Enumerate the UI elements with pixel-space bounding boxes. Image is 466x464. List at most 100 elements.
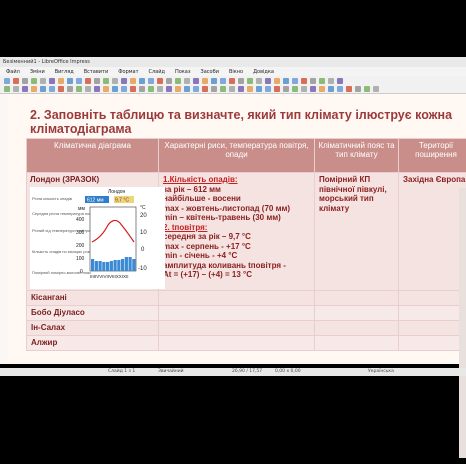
cell-in-salah[interactable]: Ін-Салах <box>26 320 159 336</box>
toolbar-button-icon[interactable] <box>31 86 37 92</box>
toolbar-button-icon[interactable] <box>220 78 226 84</box>
toolbar-button-icon[interactable] <box>337 86 343 92</box>
toolbar-button-icon[interactable] <box>130 78 136 84</box>
toolbar-button-icon[interactable] <box>292 86 298 92</box>
menu-tools[interactable]: Засоби <box>201 69 219 76</box>
cell-algiers[interactable]: Алжир <box>26 335 159 351</box>
slide-title[interactable]: 2. Заповніть таблицю та визначте, який т… <box>30 108 460 136</box>
menu-view[interactable]: Вигляд <box>55 69 74 76</box>
toolbar-button-icon[interactable] <box>283 86 289 92</box>
cell-empty[interactable] <box>158 320 315 336</box>
toolbar-button-icon[interactable] <box>301 86 307 92</box>
toolbar-button-icon[interactable] <box>175 78 181 84</box>
toolbar-button-icon[interactable] <box>256 78 262 84</box>
toolbar-button-icon[interactable] <box>256 86 262 92</box>
climate-table[interactable]: Кліматична діаграма Характерні риси, тем… <box>26 138 466 351</box>
toolbar-button-icon[interactable] <box>22 86 28 92</box>
toolbar-button-icon[interactable] <box>13 78 19 84</box>
toolbar-button-icon[interactable] <box>310 78 316 84</box>
toolbar-button-icon[interactable] <box>139 78 145 84</box>
toolbar-button-icon[interactable] <box>85 86 91 92</box>
toolbar-button-icon[interactable] <box>310 86 316 92</box>
toolbar-button-icon[interactable] <box>13 86 19 92</box>
toolbar-button-icon[interactable] <box>193 86 199 92</box>
menu-show[interactable]: Показ <box>175 69 191 76</box>
toolbar-button-icon[interactable] <box>328 86 334 92</box>
toolbar-button-icon[interactable] <box>157 78 163 84</box>
toolbar-button-icon[interactable] <box>337 78 343 84</box>
cell-empty[interactable] <box>398 320 466 336</box>
toolbar-button-icon[interactable] <box>103 86 109 92</box>
toolbar-button-icon[interactable] <box>157 86 163 92</box>
toolbar-button-icon[interactable] <box>202 86 208 92</box>
menu-help[interactable]: Довідка <box>253 69 274 76</box>
menu-window[interactable]: Вікно <box>229 69 243 76</box>
menu-slide[interactable]: Слайд <box>149 69 165 76</box>
toolbar-button-icon[interactable] <box>31 78 37 84</box>
toolbar-button-icon[interactable] <box>202 78 208 84</box>
toolbar-button-icon[interactable] <box>40 78 46 84</box>
toolbar-button-icon[interactable] <box>148 78 154 84</box>
toolbar-button-icon[interactable] <box>175 86 181 92</box>
toolbar-button-icon[interactable] <box>184 78 190 84</box>
toolbar-button-icon[interactable] <box>166 86 172 92</box>
toolbar-button-icon[interactable] <box>94 86 100 92</box>
toolbar-button-icon[interactable] <box>373 86 379 92</box>
toolbar-button-icon[interactable] <box>76 86 82 92</box>
toolbar-button-icon[interactable] <box>139 86 145 92</box>
toolbar-button-icon[interactable] <box>166 78 172 84</box>
menu-format[interactable]: Формат <box>118 69 138 76</box>
toolbar-button-icon[interactable] <box>103 78 109 84</box>
toolbar-button-icon[interactable] <box>247 78 253 84</box>
toolbar-button-icon[interactable] <box>67 86 73 92</box>
toolbar-button-icon[interactable] <box>274 86 280 92</box>
toolbar-button-icon[interactable] <box>49 86 55 92</box>
cell-empty[interactable] <box>398 335 466 351</box>
toolbar-button-icon[interactable] <box>121 86 127 92</box>
toolbar-button-icon[interactable] <box>121 78 127 84</box>
toolbar-button-icon[interactable] <box>220 86 226 92</box>
toolbar-button-icon[interactable] <box>292 78 298 84</box>
toolbar-button-icon[interactable] <box>274 78 280 84</box>
toolbar-button-icon[interactable] <box>238 78 244 84</box>
cell-empty[interactable] <box>314 305 399 321</box>
toolbar-button-icon[interactable] <box>40 86 46 92</box>
toolbar-button-icon[interactable] <box>319 78 325 84</box>
status-language[interactable]: Українська <box>368 369 394 374</box>
cell-empty[interactable] <box>398 305 466 321</box>
toolbar-button-icon[interactable] <box>229 86 235 92</box>
toolbar-button-icon[interactable] <box>94 78 100 84</box>
cell-example-features[interactable]: 1.Кількість опадів: за рік – 612 мм найб… <box>158 172 315 291</box>
toolbar-button-icon[interactable] <box>76 78 82 84</box>
toolbar-button-icon[interactable] <box>49 78 55 84</box>
toolbar-button-icon[interactable] <box>148 86 154 92</box>
menu-edit[interactable]: Зміни <box>30 69 45 76</box>
toolbar-button-icon[interactable] <box>229 78 235 84</box>
toolbar-button-icon[interactable] <box>112 86 118 92</box>
toolbar-button-icon[interactable] <box>112 78 118 84</box>
cell-empty[interactable] <box>314 320 399 336</box>
toolbar-button-icon[interactable] <box>265 78 271 84</box>
cell-example-diagram[interactable]: Лондон (ЗРАЗОК) Лондон 612 мм 9,7 °С Річ <box>26 172 165 291</box>
toolbar-button-icon[interactable] <box>58 86 64 92</box>
toolbar-button-icon[interactable] <box>364 86 370 92</box>
toolbar-button-icon[interactable] <box>346 86 352 92</box>
cell-example-belt[interactable]: Помірний КП північної півкулі, морський … <box>314 172 399 291</box>
toolbar-button-icon[interactable] <box>4 78 10 84</box>
toolbar-button-icon[interactable] <box>211 78 217 84</box>
menu-file[interactable]: Файл <box>6 69 20 76</box>
toolbar-button-icon[interactable] <box>283 78 289 84</box>
toolbar-button-icon[interactable] <box>58 78 64 84</box>
toolbar-button-icon[interactable] <box>319 86 325 92</box>
toolbar-button-icon[interactable] <box>301 78 307 84</box>
toolbar-button-icon[interactable] <box>355 86 361 92</box>
cell-kisangani[interactable]: Кісангані <box>26 290 159 306</box>
toolbar-button-icon[interactable] <box>265 86 271 92</box>
cell-empty[interactable] <box>158 335 315 351</box>
toolbar-button-icon[interactable] <box>85 78 91 84</box>
toolbar-button-icon[interactable] <box>22 78 28 84</box>
cell-empty[interactable] <box>314 290 399 306</box>
cell-empty[interactable] <box>158 305 315 321</box>
toolbar-button-icon[interactable] <box>193 78 199 84</box>
toolbar-button-icon[interactable] <box>4 86 10 92</box>
